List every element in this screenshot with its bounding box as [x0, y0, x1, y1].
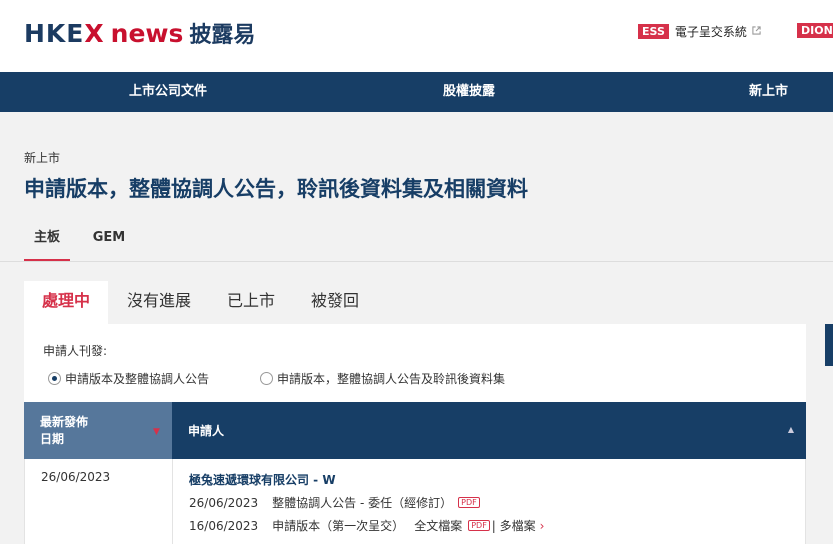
doc-line: 26/06/2023 整體協調人公告 - 委任（經修訂） PDF: [189, 494, 482, 511]
dion-link[interactable]: DION: [797, 23, 833, 38]
radio-app-oc-and-phip[interactable]: 申請版本，整體協調人公告及聆訊後資料集: [260, 370, 505, 387]
tab-main-board[interactable]: 主板: [24, 224, 70, 262]
table-header: 最新發佈 日期 ▼ 申請人 ▲: [24, 402, 806, 459]
doc-title: 申請版本（第一次呈交）: [272, 519, 405, 533]
row-date: 26/06/2023: [41, 470, 111, 484]
chevron-right-icon[interactable]: ›: [540, 519, 545, 533]
page-title: 申請版本，整體協調人公告，聆訊後資料集及相關資料: [24, 177, 528, 201]
nav-item-listed-company-docs[interactable]: 上市公司文件: [129, 72, 207, 112]
logo-chinese-text: 披露易: [189, 23, 256, 48]
table-row: 26/06/2023 極兔速遞環球有限公司 - W 26/06/2023 整體協…: [24, 459, 806, 544]
ess-label: 電子呈交系統: [674, 25, 747, 39]
tab-returned[interactable]: 被發回: [300, 281, 370, 324]
ess-link[interactable]: ESS 電子呈交系統: [638, 23, 761, 40]
nav-item-new-listings[interactable]: 新上市: [749, 72, 788, 112]
divider: [0, 261, 833, 262]
pdf-icon: PDF: [468, 520, 490, 531]
doc-link-oc-announcement[interactable]: 整體協調人公告 - 委任（經修訂）: [272, 494, 452, 511]
column-header-applicant[interactable]: 申請人: [188, 422, 224, 439]
site-header: HKEX news 披露易 ESS 電子呈交系統 DION: [0, 0, 833, 72]
main-nav: 上市公司文件 股權披露 新上市: [0, 72, 833, 112]
sort-up-icon[interactable]: ▲: [788, 425, 794, 434]
doc-date: 26/06/2023: [189, 495, 259, 510]
nav-item-disclosure-of-interests[interactable]: 股權披露: [443, 72, 495, 112]
sort-down-icon: ▼: [153, 427, 160, 437]
logo-news-text: news: [110, 18, 184, 48]
logo-x-text: X: [84, 18, 105, 48]
breadcrumb[interactable]: 新上市: [24, 149, 60, 166]
divider: [172, 459, 173, 544]
tab-processing[interactable]: 處理中: [24, 281, 108, 324]
column-header-latest-date[interactable]: 最新發佈 日期 ▼: [24, 402, 172, 459]
pdf-icon: PDF: [458, 497, 480, 508]
row-company-name: 極兔速遞環球有限公司 - W: [189, 473, 336, 487]
radio-unselected-icon: [260, 372, 273, 385]
multi-files-link[interactable]: | 多檔案: [492, 517, 536, 534]
radio-selected-icon: [48, 372, 61, 385]
radio-label: 申請版本及整體協調人公告: [65, 372, 210, 386]
doc-date: 16/06/2023: [189, 518, 259, 533]
hkexnews-logo[interactable]: HKEX news 披露易: [24, 16, 255, 50]
external-link-icon: [752, 25, 761, 38]
radio-label: 申請版本，整體協調人公告及聆訊後資料集: [277, 372, 506, 386]
doc-line: 16/06/2023 申請版本（第一次呈交） 全文檔案 PDF | 多檔案 ›: [189, 517, 544, 534]
logo-hkex-text: HKE: [24, 18, 85, 48]
radio-app-and-oc[interactable]: 申請版本及整體協調人公告: [48, 370, 209, 387]
tab-gem[interactable]: GEM: [86, 224, 132, 262]
tab-no-progress[interactable]: 沒有進展: [114, 281, 204, 324]
ess-badge: ESS: [638, 24, 669, 39]
full-document-link[interactable]: 全文檔案: [414, 517, 462, 534]
tab-listed[interactable]: 已上市: [216, 281, 286, 324]
filter-label: 申請人刊發:: [43, 344, 108, 358]
side-panel-edge: [825, 324, 833, 366]
